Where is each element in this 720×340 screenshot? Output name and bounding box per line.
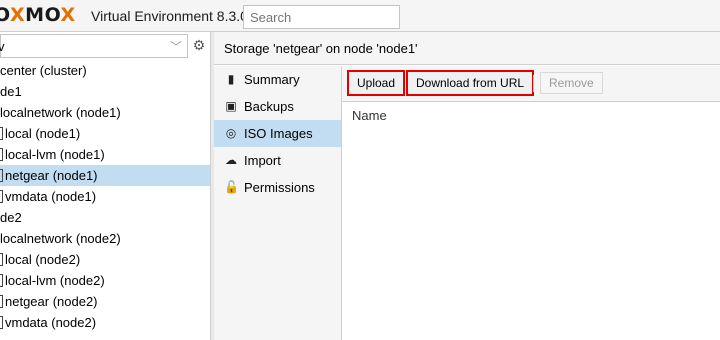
iso-grid: Upload Download from URL Remove Name: [342, 66, 720, 340]
remove-button[interactable]: Remove: [540, 72, 603, 94]
tree-node-label: netgear (node2): [5, 294, 98, 309]
nav-item-iso-images[interactable]: ◎ ISO Images: [214, 120, 341, 147]
nav-item-backups[interactable]: ▣ Backups: [214, 93, 341, 120]
book-icon: ▮: [227, 72, 235, 86]
nav-item-label: Backups: [244, 99, 294, 114]
download-button-label: Download from URL: [416, 76, 525, 90]
proxmox-logo[interactable]: OXMOX: [0, 4, 76, 26]
tree-node-label: local-lvm (node2): [5, 273, 105, 288]
logo-text: OXMOX: [0, 4, 76, 26]
unlock-icon: 🔓: [224, 180, 239, 194]
storage-icon: [0, 169, 3, 182]
tree-node[interactable]: local-lvm (node2): [0, 270, 210, 291]
tree-node[interactable]: center (cluster): [0, 60, 210, 81]
search-input[interactable]: [243, 5, 400, 29]
grid-toolbar: Upload Download from URL Remove: [342, 66, 720, 102]
nav-item-label: ISO Images: [244, 126, 313, 141]
tree-node[interactable]: local (node1): [0, 123, 210, 144]
toolbar-separator: [533, 75, 534, 92]
top-bar: OXMOX Virtual Environment 8.3.0: [0, 0, 720, 32]
tree-node[interactable]: vmdata (node1): [0, 186, 210, 207]
disc-icon: ◎: [225, 126, 237, 140]
nav-item-label: Permissions: [244, 180, 315, 195]
storage-icon: [0, 295, 3, 308]
gear-icon[interactable]: ⚙: [191, 37, 207, 53]
floppy-icon: ▣: [225, 99, 237, 113]
storage-icon: [0, 127, 3, 140]
storage-nav: ▮ Summary ▣ Backups ◎ ISO Images ☁ Import 🔓 Permi…: [214, 66, 342, 340]
resource-tree: center (cluster) de1 localnetwork (node1) l…: [0, 60, 210, 333]
content-panel: Storage 'netgear' on node 'node1' ▮ Summa…: [214, 32, 720, 340]
storage-icon: [0, 190, 3, 203]
tree-node[interactable]: netgear (node2): [0, 291, 210, 312]
tree-node-label: local-lvm (node1): [5, 147, 105, 162]
tree-node-label: localnetwork (node2): [0, 231, 121, 246]
tree-node[interactable]: netgear (node1): [0, 165, 210, 186]
tree-node-label: netgear (node1): [5, 168, 98, 183]
chevron-down-icon[interactable]: ﹀: [170, 38, 182, 55]
upload-button[interactable]: Upload: [347, 70, 406, 96]
tree-node[interactable]: local (node2): [0, 249, 210, 270]
tree-node[interactable]: local-lvm (node1): [0, 144, 210, 165]
nav-item-import[interactable]: ☁ Import: [214, 147, 341, 174]
nav-item-summary[interactable]: ▮ Summary: [214, 66, 341, 93]
tree-node-label: localnetwork (node1): [0, 105, 121, 120]
view-selector[interactable]: v ﹀: [0, 34, 188, 58]
storage-icon: [0, 253, 3, 266]
tree-node-label: center (cluster): [0, 63, 87, 78]
tree-node-label: de1: [0, 84, 22, 99]
nav-item-label: Import: [244, 153, 281, 168]
download-from-url-button[interactable]: Download from URL: [406, 70, 535, 96]
column-header-name[interactable]: Name: [352, 108, 387, 123]
nav-item-label: Summary: [244, 72, 300, 87]
product-version: Virtual Environment 8.3.0: [91, 8, 248, 24]
storage-icon: [0, 316, 3, 329]
resource-tree-panel: v ﹀ ⚙ center (cluster) de1 localnetwork (n…: [0, 32, 211, 340]
page-title: Storage 'netgear' on node 'node1': [214, 32, 720, 65]
tree-node[interactable]: localnetwork (node1): [0, 102, 210, 123]
upload-button-label: Upload: [357, 76, 396, 90]
tree-node-label: vmdata (node1): [5, 189, 97, 204]
tree-node[interactable]: de1: [0, 81, 210, 102]
tree-node-label: local (node2): [5, 252, 81, 267]
tree-node-label: de2: [0, 210, 22, 225]
nav-item-permissions[interactable]: 🔓 Permissions: [214, 174, 341, 201]
storage-icon: [0, 148, 3, 161]
tree-node-label: vmdata (node2): [5, 315, 97, 330]
cloud-upload-icon: ☁: [225, 153, 237, 167]
tree-node[interactable]: vmdata (node2): [0, 312, 210, 333]
tree-node[interactable]: de2: [0, 207, 210, 228]
storage-icon: [0, 274, 3, 287]
tree-node[interactable]: localnetwork (node2): [0, 228, 210, 249]
tree-node-label: local (node1): [5, 126, 81, 141]
view-selector-value: v: [0, 39, 5, 54]
